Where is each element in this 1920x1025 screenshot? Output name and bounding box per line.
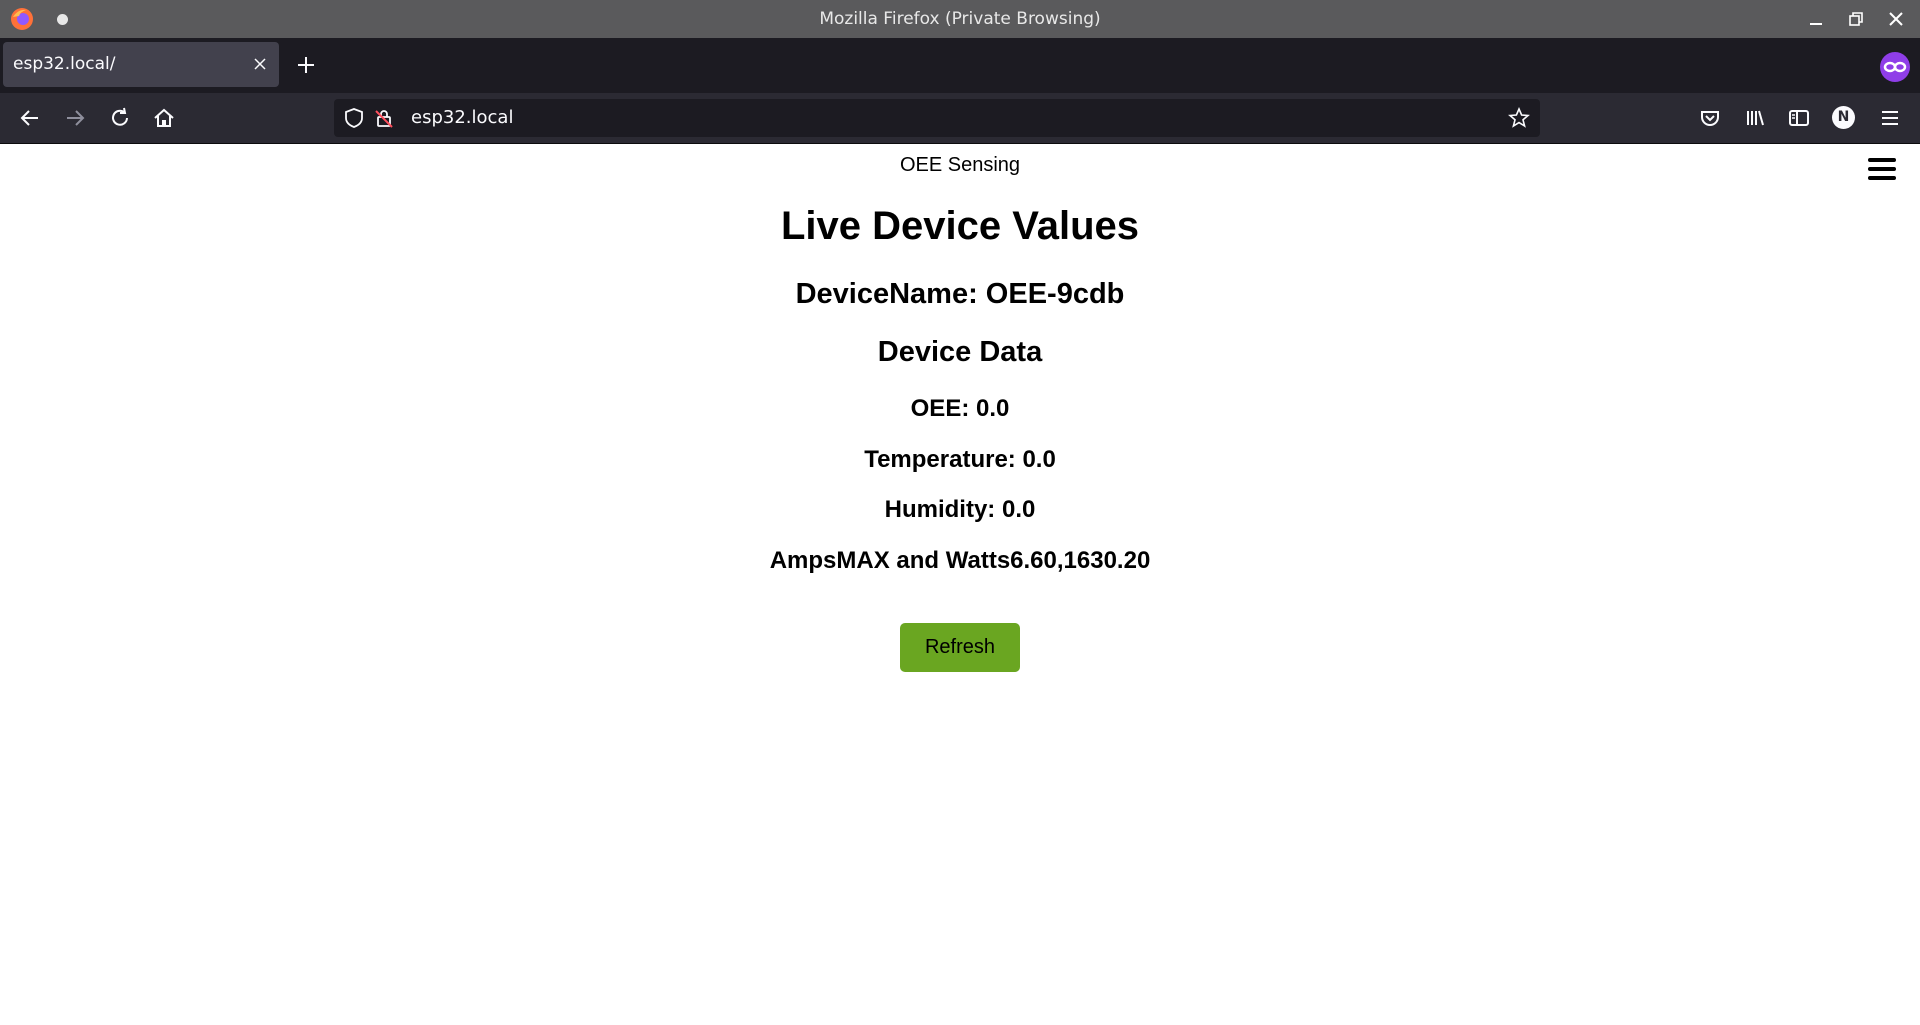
close-window-icon[interactable] [1885,8,1907,30]
device-data-heading: Device Data [877,336,1043,368]
app-menu-icon[interactable] [1877,105,1903,131]
oee-value: OEE: 0.0 [910,395,1010,422]
navigation-toolbar: esp32.local N [0,93,1920,144]
tab-esp32[interactable]: esp32.local/ [3,42,279,87]
tab-strip: esp32.local/ [0,38,1920,93]
hamburger-menu-icon[interactable] [1868,158,1896,182]
home-icon[interactable] [151,105,177,131]
back-arrow-icon[interactable] [17,105,43,131]
page-content: OEE Sensing Live Device Values DeviceNam… [0,144,1920,1025]
sidebar-icon[interactable] [1786,105,1812,131]
page-title: Live Device Values [780,204,1139,248]
restore-icon[interactable] [1845,8,1867,30]
window-title: Mozilla Firefox (Private Browsing) [819,9,1101,29]
site-name: OEE Sensing [899,154,1021,176]
humidity-value: Humidity: 0.0 [884,496,1036,523]
temperature-value: Temperature: 0.0 [864,446,1056,473]
forward-arrow-icon[interactable] [62,105,88,131]
tab-label: esp32.local/ [13,54,116,74]
new-tab-icon[interactable] [294,53,318,77]
insecure-lock-icon[interactable] [373,107,395,129]
bookmark-star-icon[interactable] [1508,107,1530,129]
device-name-heading: DeviceName: OEE-9cdb [795,278,1125,310]
url-bar[interactable]: esp32.local [334,99,1540,137]
pocket-icon[interactable] [1697,105,1723,131]
window-titlebar: Mozilla Firefox (Private Browsing) [0,0,1920,38]
reload-icon[interactable] [107,105,133,131]
tracking-protection-shield-icon[interactable] [343,107,365,129]
amps-watts-value: AmpsMAX and Watts6.60,1630.20 [769,547,1151,574]
close-tab-icon[interactable] [251,55,269,73]
private-browsing-icon [1880,52,1910,82]
library-icon[interactable] [1742,105,1768,131]
account-avatar[interactable]: N [1832,106,1855,129]
url-text[interactable]: esp32.local [411,99,513,137]
minimize-icon[interactable] [1805,8,1827,30]
refresh-button[interactable]: Refresh [900,623,1020,672]
